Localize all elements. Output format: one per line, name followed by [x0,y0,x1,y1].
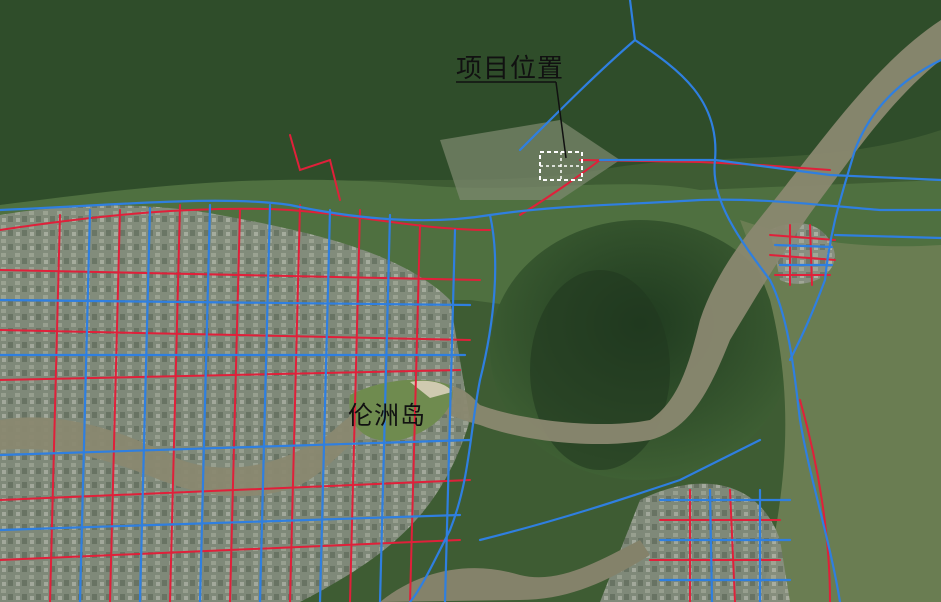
satellite-map[interactable]: 项目位置 伦洲岛 [0,0,941,602]
project-location-label: 项目位置 [456,54,565,84]
map-canvas [0,0,941,602]
island-name-label: 伦洲岛 [348,401,427,430]
